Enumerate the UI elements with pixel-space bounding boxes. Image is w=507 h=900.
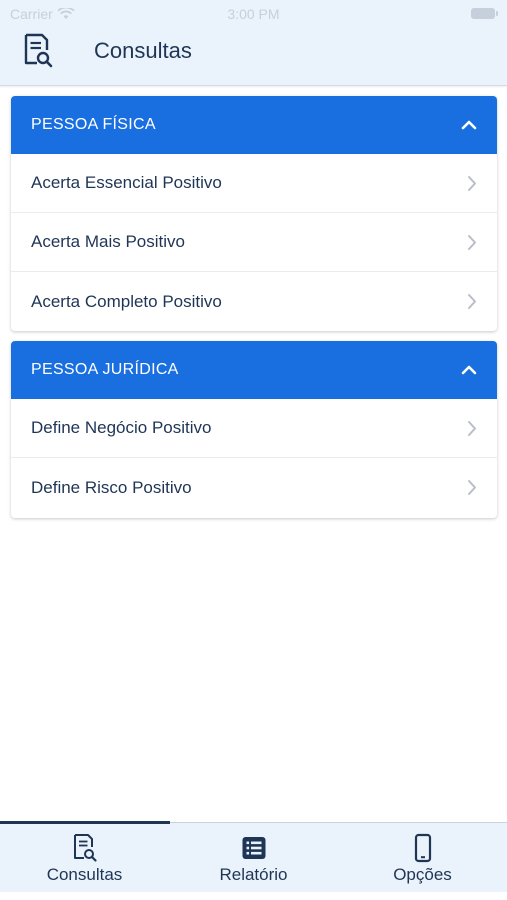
tab-bar: Consultas Relatório Opções (0, 821, 507, 892)
tab-consultas[interactable]: Consultas (0, 823, 169, 892)
list-item-define-risco-positivo[interactable]: Define Risco Positivo (11, 458, 497, 517)
section-header-pessoa-juridica[interactable]: PESSOA JURÍDICA (11, 341, 497, 399)
page-title: Consultas (94, 38, 192, 63)
section-pessoa-fisica: PESSOA FÍSICA Acerta Essencial Positivo … (11, 96, 497, 331)
list-item-label: Acerta Mais Positivo (31, 232, 185, 251)
status-time: 3:00 PM (227, 6, 280, 22)
tab-label: Consultas (46, 865, 123, 884)
list-item-label: Define Negócio Positivo (31, 418, 212, 437)
section-title: PESSOA FÍSICA (31, 116, 156, 133)
chevron-right-icon (468, 294, 476, 309)
chevron-up-icon (461, 120, 477, 130)
list-item-acerta-completo-positivo[interactable]: Acerta Completo Positivo (11, 272, 497, 331)
section-header-pessoa-fisica[interactable]: PESSOA FÍSICA (11, 96, 497, 154)
list-item-label: Acerta Essencial Positivo (31, 173, 222, 192)
tab-label: Opções (393, 865, 452, 884)
chevron-right-icon (468, 176, 476, 191)
chevron-right-icon (468, 421, 476, 436)
list-item-define-negocio-positivo[interactable]: Define Negócio Positivo (11, 399, 497, 458)
battery-icon (471, 8, 498, 19)
phone-icon (414, 833, 431, 863)
list-item-label: Define Risco Positivo (31, 477, 192, 497)
tab-relatorio[interactable]: Relatório (169, 823, 338, 892)
section-pessoa-juridica: PESSOA JURÍDICA Define Negócio Positivo … (11, 341, 497, 518)
list-item-label: Acerta Completo Positivo (31, 291, 222, 311)
tab-label: Relatório (219, 865, 288, 884)
document-search-icon (73, 834, 97, 862)
status-bar: Carrier 3:00 PM (0, 0, 507, 28)
section-title: PESSOA JURÍDICA (31, 361, 179, 378)
list-item-acerta-mais-positivo[interactable]: Acerta Mais Positivo (11, 213, 497, 272)
list-icon (242, 837, 265, 859)
document-search-icon (24, 33, 53, 68)
list-item-acerta-essencial-positivo[interactable]: Acerta Essencial Positivo (11, 154, 497, 213)
chevron-up-icon (461, 365, 477, 375)
chevron-right-icon (468, 480, 476, 495)
home-indicator-area (0, 892, 507, 900)
app-header: Carrier 3:00 PM Consultas (0, 0, 507, 86)
chevron-right-icon (468, 235, 476, 250)
tab-opcoes[interactable]: Opções (338, 823, 507, 892)
